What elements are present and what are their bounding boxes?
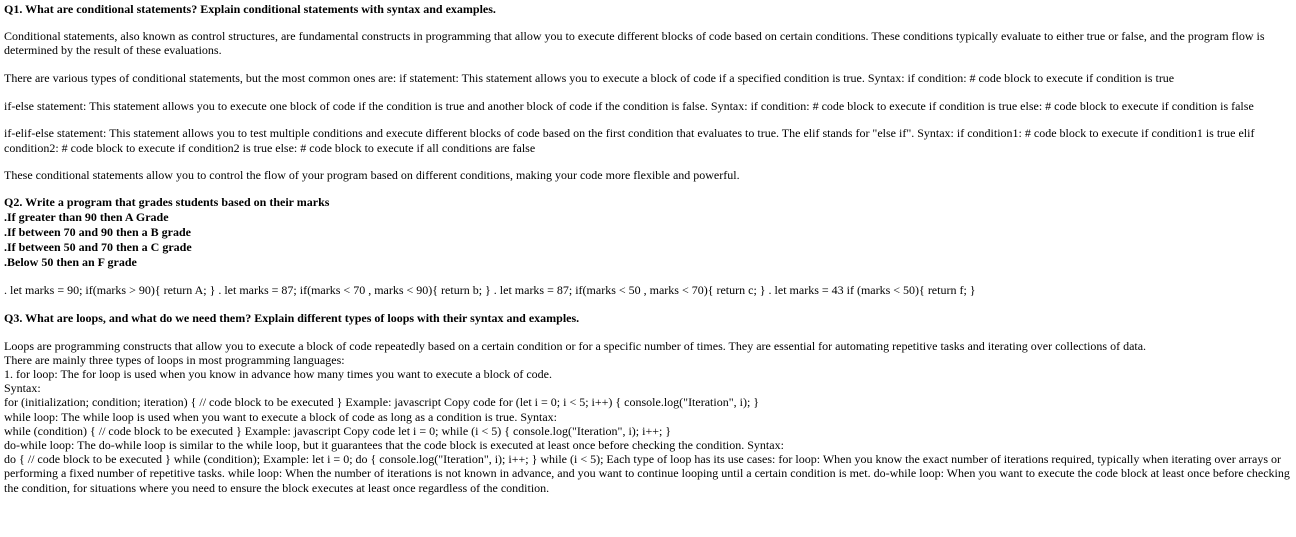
q2-criterion-c: .If between 50 and 70 then a C grade [4, 239, 192, 254]
document: Q1. What are conditional statements? Exp… [4, 2, 1292, 495]
q3-line-for-syntax: for (initialization; condition; iteratio… [4, 395, 760, 410]
q3-line-while-loop: while loop: The while loop is used when … [4, 409, 557, 424]
q3-heading: Q3. What are loops, and what do we need … [4, 310, 580, 325]
q2-answer: . let marks = 90; if(marks > 90){ return… [4, 282, 976, 297]
q1-heading: Q1. What are conditional statements? Exp… [4, 2, 496, 16]
q3-line-do-while-loop: do-while loop: The do-while loop is simi… [4, 438, 784, 453]
q2-criterion-b: .If between 70 and 90 then a B grade [4, 224, 192, 239]
q2-question: Q2. Write a program that grades students… [4, 195, 1292, 270]
q1-paragraph-if-elif-else: if-elif-else statement: This statement a… [4, 126, 1255, 155]
q3-line-intro: Loops are programming constructs that al… [4, 338, 1147, 353]
q2-heading: Q2. Write a program that grades students… [4, 194, 330, 209]
q3-answer: Loops are programming constructs that al… [4, 339, 1292, 495]
q1-paragraph-intro: Conditional statements, also known as co… [4, 29, 1265, 58]
q3-line-do-while-syntax: do { // code block to be executed } whil… [4, 452, 1290, 495]
q2-criterion-f: .Below 50 then an F grade [4, 254, 137, 269]
q2-criterion-a: .If greater than 90 then A Grade [4, 209, 169, 224]
q1-paragraph-if: There are various types of conditional s… [4, 70, 1175, 85]
q3-line-types: There are mainly three types of loops in… [4, 352, 345, 367]
q1-paragraph-if-else: if-else statement: This statement allows… [4, 98, 1254, 113]
q3-line-for-loop: 1. for loop: The for loop is used when y… [4, 367, 552, 382]
q3-line-syntax-label: Syntax: [4, 381, 41, 396]
q1-paragraph-summary: These conditional statements allow you t… [4, 168, 740, 183]
q3-line-while-syntax: while (condition) { // code block to be … [4, 423, 672, 438]
